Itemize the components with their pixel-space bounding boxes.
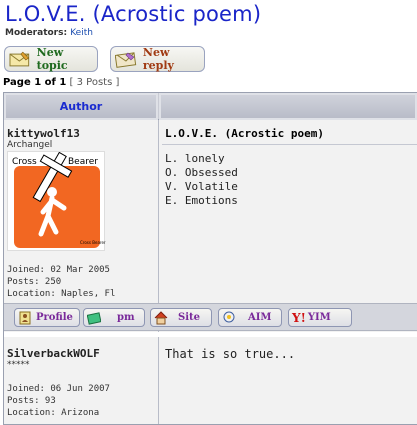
envelope-icon [115, 51, 137, 68]
moderators-label: Moderators: [5, 28, 68, 38]
profile-label: Profile [36, 312, 73, 323]
body-line: That is so true... [165, 347, 296, 361]
post-subject[interactable]: L.O.V.E. (Acrostic poem) [165, 127, 324, 140]
pm-label: pm [117, 312, 135, 323]
user-stats: Joined: 02 Mar 2005 Posts: 250 Location:… [7, 264, 115, 300]
page-indicator: Page 1 of 1 [3, 77, 67, 88]
post-separator [4, 332, 417, 337]
pm-button[interactable]: pm [83, 308, 145, 327]
header-row: Author [4, 93, 417, 120]
post-rank: ***** [7, 360, 30, 370]
avatar-text-right: Bearer [68, 157, 98, 167]
house-icon [154, 310, 168, 324]
aim-button[interactable]: AIM [218, 308, 282, 327]
subject-rule [162, 144, 417, 145]
yim-button[interactable]: Y! YIM [288, 308, 352, 327]
column-divider [158, 120, 159, 424]
aim-icon [223, 311, 235, 322]
body-line: V. Volatile [165, 180, 238, 193]
user-location: Location: Arizona [7, 408, 100, 418]
post-rank: Archangel [7, 140, 53, 150]
body-line: E. Emotions [165, 194, 238, 207]
pagination: Page 1 of 1 [ 3 Posts ] [3, 77, 119, 88]
cross-bearer-avatar-image: Cross Bearer Cross Bearer [12, 151, 106, 248]
new-topic-button[interactable]: New topic [4, 46, 98, 72]
aim-label: AIM [248, 312, 272, 323]
post-author[interactable]: SilverbackWOLF [7, 347, 100, 360]
body-line: O. Obsessed [165, 166, 238, 179]
moderator-link[interactable]: Keith [70, 28, 93, 38]
yahoo-icon: Y! [292, 310, 306, 325]
profile-button[interactable]: Profile [14, 308, 80, 327]
avatar: Cross Bearer Cross Bearer [7, 151, 106, 251]
site-button[interactable]: Site [150, 308, 212, 327]
avatar-text-left: Cross [12, 157, 37, 167]
pm-icon [87, 311, 101, 325]
posts-table: Author kittywolf13 Archangel Cross Beare… [3, 92, 417, 425]
avatar-caption: Cross Bearer [80, 240, 106, 245]
post-body: That is so true... [165, 347, 295, 361]
user-stats: Joined: 06 Jun 2007 Posts: 93 Location: … [7, 383, 110, 419]
topic-title[interactable]: L.O.V.E. (Acrostic poem) [5, 2, 261, 26]
user-location: Location: Naples, Fl [7, 289, 116, 299]
post-author[interactable]: kittywolf13 [7, 127, 80, 140]
post-count: Posts: 250 [7, 277, 62, 287]
yim-label: YIM [307, 312, 331, 323]
joined-date: Joined: 02 Mar 2005 [7, 265, 110, 275]
post-count: Posts: 93 [7, 396, 56, 406]
moderators: Moderators: Keith [5, 28, 93, 38]
site-label: Site [178, 312, 201, 323]
new-reply-button[interactable]: New reply [110, 46, 205, 72]
joined-date: Joined: 06 Jun 2007 [7, 384, 110, 394]
profile-icon [19, 311, 31, 324]
profile-buttons-strip: Profile pm Site AIM Y! YIM [4, 303, 417, 331]
posts-count: [ 3 Posts ] [69, 77, 120, 88]
new-topic-label: New topic [36, 46, 68, 72]
envelope-icon [9, 51, 30, 66]
new-reply-label: New reply [142, 46, 174, 72]
author-header: Author [4, 93, 158, 120]
body-line: L. lonely [165, 152, 225, 165]
post-body: L. lonely O. Obsessed V. Volatile E. Emo… [165, 152, 238, 208]
message-header [159, 93, 417, 120]
